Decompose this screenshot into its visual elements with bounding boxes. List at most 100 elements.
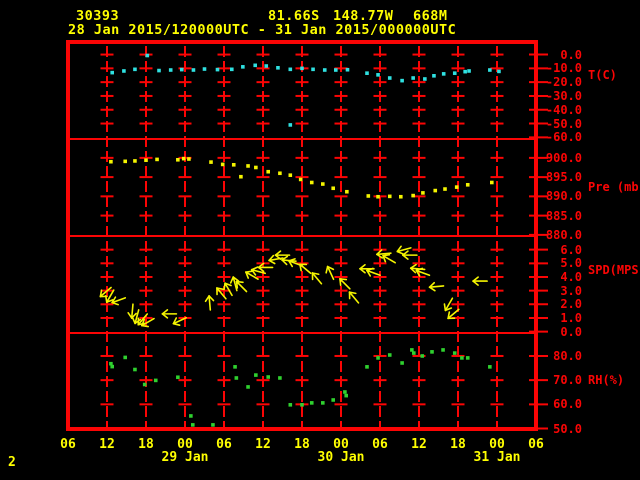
relative_humidity-data-point: [123, 355, 127, 360]
temperature-tick-label: -10.0: [545, 61, 582, 76]
x-axis-tick-label: 06: [528, 437, 544, 452]
relative_humidity-data-point: [420, 354, 425, 358]
relative_humidity-data-point: [412, 351, 416, 355]
pressure-data-point: [490, 180, 494, 185]
pressure-data-point: [187, 157, 191, 161]
temperature-data-point: [467, 69, 471, 73]
temperature-data-point: [145, 53, 150, 58]
pressure-tick-label: 895.0: [545, 170, 582, 185]
wind-arrow-stroke: [382, 254, 387, 263]
wind_speed-tick-label: 2.0: [560, 297, 582, 312]
pressure-data-point: [109, 159, 113, 164]
wind-arrow-stroke: [235, 280, 248, 293]
pressure-data-point: [278, 171, 282, 176]
relative_humidity-data-point: [234, 376, 239, 380]
relative_humidity-data-point: [430, 350, 434, 354]
pressure-tick-label: 885.0: [545, 208, 582, 223]
pressure-data-point: [443, 187, 447, 191]
temperature-tick-label: -50.0: [545, 116, 582, 131]
wind-arrow: [311, 272, 323, 285]
pressure-data-point: [254, 165, 258, 170]
pressure-data-point: [239, 174, 243, 179]
relative_humidity-data-point: [300, 403, 304, 407]
pressure-data-point: [181, 156, 186, 161]
wind_speed-axis-title: SPD(MPS): [588, 263, 640, 278]
relative_humidity-data-point: [488, 365, 492, 369]
temperature-data-point: [365, 71, 369, 75]
temperature-data-point: [191, 68, 196, 72]
temperature-data-point: [411, 76, 415, 80]
relative_humidity-tick-label: 80.0: [553, 348, 582, 363]
wind-arrow: [325, 265, 335, 281]
temperature-data-point: [345, 67, 350, 72]
relative_humidity-data-point: [278, 376, 282, 380]
pressure-data-point: [376, 194, 380, 199]
temperature-data-point: [288, 67, 293, 72]
temperature-data-point: [241, 65, 245, 69]
wind_speed-tick-label: 5.0: [560, 256, 582, 271]
wind_speed-tick-label: 6.0: [560, 242, 582, 257]
x-axis-tick-label: 12: [99, 437, 115, 452]
x-axis-tick-label: 06: [372, 437, 388, 452]
pressure-data-point: [266, 169, 270, 174]
temperature-data-point: [133, 67, 137, 72]
temperature-data-point: [376, 73, 380, 77]
wind-arrow: [339, 278, 351, 290]
wind-arrow: [402, 250, 418, 260]
wind-arrow: [127, 303, 137, 319]
temperature-data-point: [432, 74, 436, 78]
temperature-data-point: [488, 68, 492, 72]
x-axis-tick-label: 12: [255, 437, 271, 452]
x-axis-date-label: 31 Jan: [473, 450, 521, 465]
x-axis-date-label: 29 Jan: [161, 450, 209, 465]
x-axis-date-label: 30 Jan: [317, 450, 365, 465]
relative_humidity-data-point: [376, 356, 380, 360]
temperature-axis-title: T(C): [588, 68, 617, 83]
page-number: 2: [8, 455, 16, 470]
pressure-data-point: [176, 157, 180, 162]
wind-arrow-stroke: [224, 282, 232, 287]
temperature-data-point: [264, 64, 269, 68]
temperature-data-point: [179, 67, 184, 72]
temperature-data-point: [215, 67, 220, 72]
temperature-data-point: [387, 76, 392, 80]
pressure-data-point: [399, 194, 403, 199]
temperature-data-point: [288, 123, 293, 127]
pressure-axis-title: Pre (mb): [588, 179, 640, 194]
relative_humidity-tick-label: 60.0: [553, 397, 582, 412]
wind-arrow-stroke: [444, 307, 453, 312]
relative_humidity-axis-title: RH(%): [588, 373, 625, 388]
relative_humidity-data-point: [233, 365, 237, 369]
temperature-data-point: [157, 68, 161, 73]
wind-arrow: [472, 276, 488, 286]
wind-arrow: [161, 309, 178, 319]
temperature-data-point: [122, 69, 126, 73]
x-axis-tick-label: 06: [60, 437, 76, 452]
pressure-data-point: [123, 159, 127, 164]
relative_humidity-data-point: [110, 364, 114, 369]
pressure-data-point: [246, 164, 250, 168]
relative_humidity-data-point: [211, 423, 215, 427]
temperature-data-point: [463, 69, 467, 74]
temperature-data-point: [322, 68, 327, 72]
relative_humidity-data-point: [343, 390, 347, 394]
relative_humidity-data-point: [191, 423, 195, 427]
pressure-data-point: [231, 162, 236, 167]
relative_humidity-data-point: [321, 401, 325, 405]
pressure-data-point: [345, 189, 349, 194]
relative_humidity-data-point: [452, 351, 457, 355]
pressure-data-point: [220, 162, 225, 167]
pressure-data-point: [155, 157, 159, 162]
temperature-data-point: [423, 77, 427, 81]
pressure-data-point: [133, 159, 137, 163]
wind-arrow: [257, 262, 274, 273]
temperature-data-point: [400, 78, 404, 83]
pressure-data-point: [421, 191, 425, 195]
wind-arrow: [216, 287, 227, 300]
x-axis-tick-label: 18: [294, 437, 310, 452]
meteogram-screen: 30393 81.66S 148.77W 668M 28 Jan 2015/12…: [0, 0, 640, 480]
temperature-tick-label: -40.0: [545, 102, 582, 117]
pressure-data-point: [387, 194, 392, 199]
x-axis-tick-label: 12: [411, 437, 427, 452]
relative_humidity-data-point: [441, 348, 445, 352]
